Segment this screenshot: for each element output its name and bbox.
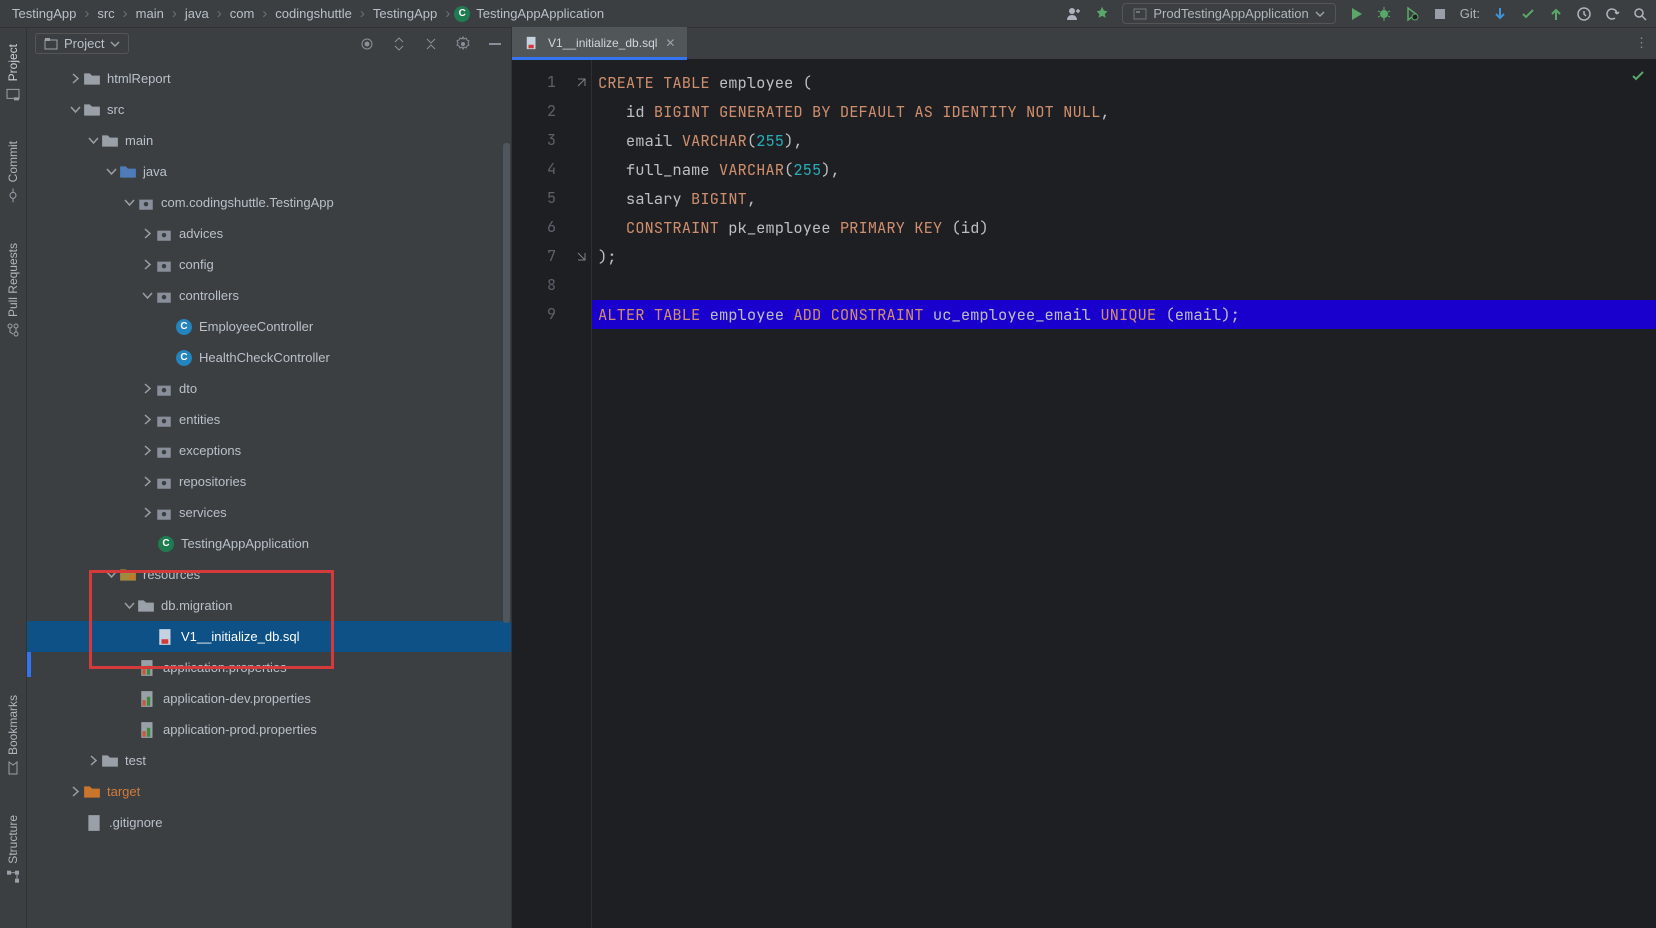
project-view-label: Project bbox=[64, 36, 104, 51]
tree-package-services[interactable]: services bbox=[27, 497, 511, 528]
run-configuration-dropdown[interactable]: ProdTestingAppApplication bbox=[1122, 3, 1335, 24]
breadcrumb-item[interactable]: java bbox=[181, 5, 213, 22]
tree-file-v1-initialize-db-sql[interactable]: V1__initialize_db.sql bbox=[27, 621, 511, 652]
code-content[interactable]: CREATE TABLE employee ( id BIGINT GENERA… bbox=[592, 60, 1656, 928]
tool-tab-project[interactable]: Project bbox=[6, 38, 20, 107]
editor-tab-v1-initialize-db-sql[interactable]: V1__initialize_db.sql ✕ bbox=[512, 27, 687, 59]
editor-area: V1__initialize_db.sql ✕ ⋮ 1 2 3 4 5 6 7 … bbox=[512, 28, 1656, 928]
tree-class-employee-controller[interactable]: C EmployeeController bbox=[27, 311, 511, 342]
tool-tab-pull-requests[interactable]: Pull Requests bbox=[6, 237, 20, 343]
inspection-ok-icon[interactable] bbox=[1630, 68, 1646, 87]
tree-package[interactable]: com.codingshuttle.TestingApp bbox=[27, 187, 511, 218]
editor-gutter: 1 2 3 4 5 6 7 8 9 bbox=[512, 60, 574, 928]
settings-icon[interactable] bbox=[455, 36, 471, 52]
tool-tab-bookmarks[interactable]: Bookmarks bbox=[6, 689, 20, 781]
navigation-bar: TestingApp› src› main› java› com› coding… bbox=[0, 0, 1656, 28]
expand-all-icon[interactable] bbox=[391, 36, 407, 52]
build-icon[interactable] bbox=[1094, 6, 1110, 22]
hide-icon[interactable] bbox=[487, 36, 503, 52]
chevron-down-icon bbox=[110, 39, 120, 49]
breadcrumb-item[interactable]: main bbox=[132, 5, 168, 22]
tree-file-application-dev-properties[interactable]: application-dev.properties bbox=[27, 683, 511, 714]
breadcrumb-item[interactable]: TestingAppApplication bbox=[472, 5, 608, 22]
breadcrumb-item[interactable]: src bbox=[93, 5, 118, 22]
tree-folder-test[interactable]: test bbox=[27, 745, 511, 776]
project-tool-window: Project htmlReport bbox=[27, 28, 512, 928]
select-opened-file-icon[interactable] bbox=[359, 36, 375, 52]
tool-tab-structure[interactable]: Structure bbox=[6, 809, 20, 890]
git-label: Git: bbox=[1460, 6, 1480, 21]
breadcrumb-item[interactable]: TestingApp bbox=[8, 5, 80, 22]
search-icon[interactable] bbox=[1632, 6, 1648, 22]
tree-folder-db-migration[interactable]: db.migration bbox=[27, 590, 511, 621]
tree-folder-target[interactable]: target bbox=[27, 776, 511, 807]
project-icon bbox=[44, 37, 58, 51]
left-tool-strip: Project Commit Pull Requests Bookmarks S… bbox=[0, 28, 27, 928]
tree-file-application-prod-properties[interactable]: application-prod.properties bbox=[27, 714, 511, 745]
tool-tab-commit[interactable]: Commit bbox=[6, 135, 20, 208]
tree-package-exceptions[interactable]: exceptions bbox=[27, 435, 511, 466]
collapse-all-icon[interactable] bbox=[423, 36, 439, 52]
run-icon[interactable] bbox=[1348, 6, 1364, 22]
breadcrumb-item[interactable]: com bbox=[226, 5, 259, 22]
tree-folder-main[interactable]: main bbox=[27, 125, 511, 156]
sql-file-icon bbox=[524, 35, 540, 51]
editor-tab-label: V1__initialize_db.sql bbox=[548, 36, 657, 50]
tree-folder-java[interactable]: java bbox=[27, 156, 511, 187]
project-view-selector[interactable]: Project bbox=[35, 33, 129, 54]
tree-package-config[interactable]: config bbox=[27, 249, 511, 280]
tree-file-application-properties[interactable]: application.properties bbox=[27, 652, 511, 683]
stop-icon[interactable] bbox=[1432, 6, 1448, 22]
breadcrumb-sep: › bbox=[82, 5, 91, 22]
code-editor[interactable]: 1 2 3 4 5 6 7 8 9 CREATE TABLE employee bbox=[512, 60, 1656, 928]
fold-column[interactable] bbox=[574, 60, 592, 928]
tree-folder-resources[interactable]: resources bbox=[27, 559, 511, 590]
rollback-icon[interactable] bbox=[1604, 6, 1620, 22]
debug-icon[interactable] bbox=[1376, 6, 1392, 22]
tree-folder-htmlReport[interactable]: htmlReport bbox=[27, 63, 511, 94]
project-tree[interactable]: htmlReport src main java bbox=[27, 59, 511, 928]
tree-package-controllers[interactable]: controllers bbox=[27, 280, 511, 311]
tree-package-dto[interactable]: dto bbox=[27, 373, 511, 404]
close-icon[interactable]: ✕ bbox=[665, 36, 675, 50]
run-coverage-icon[interactable] bbox=[1404, 6, 1420, 22]
tree-package-advices[interactable]: advices bbox=[27, 218, 511, 249]
editor-tabs-bar: V1__initialize_db.sql ✕ ⋮ bbox=[512, 28, 1656, 60]
breadcrumb-item[interactable]: TestingApp bbox=[369, 5, 441, 22]
tree-package-entities[interactable]: entities bbox=[27, 404, 511, 435]
tree-file-gitignore[interactable]: .gitignore bbox=[27, 807, 511, 838]
git-commit-icon[interactable] bbox=[1520, 6, 1536, 22]
user-add-icon[interactable] bbox=[1066, 6, 1082, 22]
tree-package-repositories[interactable]: repositories bbox=[27, 466, 511, 497]
chevron-down-icon bbox=[1315, 9, 1325, 19]
history-icon[interactable] bbox=[1576, 6, 1592, 22]
breadcrumb-item[interactable]: codingshuttle bbox=[271, 5, 356, 22]
tree-class-healthcheck-controller[interactable]: C HealthCheckController bbox=[27, 342, 511, 373]
editor-tabs-more-icon[interactable]: ⋮ bbox=[1627, 27, 1656, 59]
tree-folder-src[interactable]: src bbox=[27, 94, 511, 125]
tree-class-testingapp-application[interactable]: C TestingAppApplication bbox=[27, 528, 511, 559]
project-panel-header: Project bbox=[27, 28, 511, 59]
class-icon: C bbox=[454, 6, 470, 22]
git-push-icon[interactable] bbox=[1548, 6, 1564, 22]
breadcrumb: TestingApp› src› main› java› com› coding… bbox=[8, 5, 608, 22]
project-scrollbar[interactable] bbox=[502, 59, 511, 928]
run-configuration-label: ProdTestingAppApplication bbox=[1153, 6, 1308, 21]
git-update-icon[interactable] bbox=[1492, 6, 1508, 22]
